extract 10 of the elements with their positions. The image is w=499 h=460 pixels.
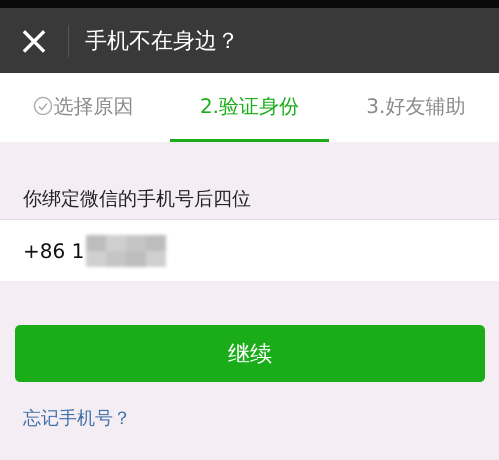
forgot-link[interactable]: 忘记手机号？ — [23, 406, 131, 430]
tab[interactable]: 2.验证身份 — [170, 73, 329, 142]
close-button[interactable]: × — [0, 20, 68, 60]
tab[interactable]: 选择原因 — [4, 73, 162, 142]
field-label: 你绑定微信的手机号后四位 — [22, 187, 252, 212]
continue-button[interactable]: 继续 — [15, 325, 485, 382]
check-circle-icon — [32, 96, 53, 116]
tab[interactable]: 3.好友辅助 — [336, 73, 495, 142]
window-title: 手机不在身边？ — [85, 28, 239, 56]
phone-field[interactable]: +86 1 — [0, 219, 499, 281]
